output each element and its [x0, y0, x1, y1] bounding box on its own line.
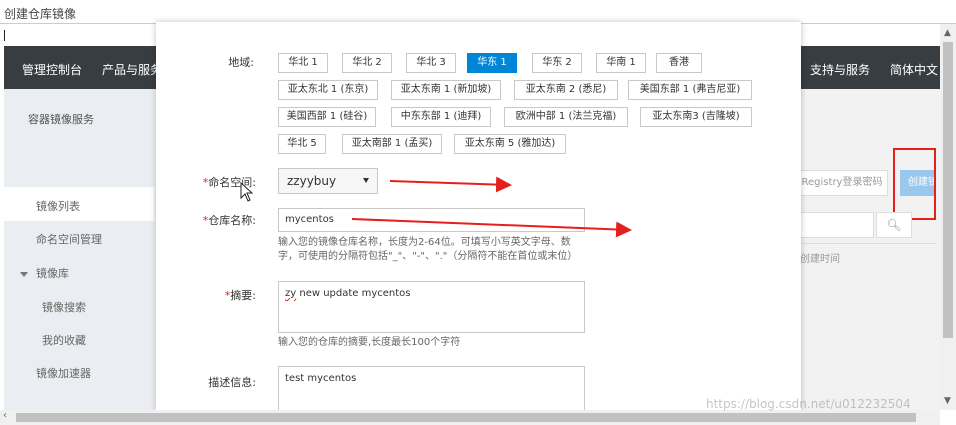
sidebar-item-image-list[interactable]: 镜像列表	[36, 198, 80, 214]
sidebar-group-repo[interactable]: 镜像库	[20, 265, 69, 281]
horizontal-scroll-thumb[interactable]	[16, 413, 916, 422]
registry-password-button[interactable]: Registry登录密码	[796, 170, 888, 196]
annotation-highlight-box	[893, 148, 936, 220]
region-option[interactable]: 中东东部 1 (迪拜)	[391, 107, 491, 127]
sidebar-group-label: 镜像库	[36, 267, 69, 280]
nav-language[interactable]: 简体中文	[890, 61, 938, 78]
namespace-value: zzyybuy	[287, 174, 337, 188]
summary-label: *摘要:	[224, 289, 256, 302]
repo-name-label: *仓库名称:	[202, 214, 256, 227]
summary-text: new update mycentos	[296, 288, 411, 299]
create-repo-dialog: 地域: 华北 1 华北 2 华北 3 华东 1 华东 2 华南 1 香港 亚太东…	[156, 22, 801, 412]
search-input[interactable]	[796, 212, 874, 238]
region-option[interactable]: 美国西部 1 (硅谷)	[278, 107, 376, 127]
namespace-label: *命名空间:	[202, 176, 256, 189]
screenshot: 创建仓库镜像 管理控制台 产品与服务 支持与服务 简体中文 容器镜像服务 镜像列…	[0, 0, 956, 425]
region-option[interactable]: 华北 1	[278, 53, 328, 73]
region-option[interactable]: 亚太南部 1 (孟买)	[342, 134, 442, 154]
summary-textarea[interactable]: zy new update mycentos	[278, 281, 585, 333]
description-textarea[interactable]: test mycentos	[278, 366, 585, 412]
search-icon[interactable]: 🔍︎	[876, 212, 912, 238]
region-option-selected[interactable]: 华东 1	[467, 53, 517, 73]
region-option[interactable]: 美国东部 1 (弗吉尼亚)	[628, 80, 752, 100]
sidebar-item-search[interactable]: 镜像搜索	[42, 299, 86, 315]
vertical-scroll-thumb[interactable]	[943, 42, 953, 338]
sidebar-item-accelerator[interactable]: 镜像加速器	[36, 365, 91, 381]
sidebar: 容器镜像服务 镜像列表 命名空间管理 镜像库 镜像搜索 我的收藏 镜像加速器	[4, 89, 154, 410]
region-option[interactable]: 亚太东南3 (吉隆坡)	[640, 107, 752, 127]
summary-hint: 输入您的仓库的摘要,长度最长100个字符	[278, 337, 461, 348]
text-cursor	[4, 30, 5, 41]
sidebar-title: 容器镜像服务	[28, 113, 94, 126]
scroll-down-icon[interactable]: ▼	[944, 396, 951, 406]
window-title: 创建仓库镜像	[0, 0, 956, 24]
spellcheck-word: zy	[285, 288, 297, 299]
region-option[interactable]: 亚太东南 1 (新加坡)	[391, 80, 501, 100]
description-label: 描述信息:	[208, 376, 256, 389]
horizontal-scrollbar[interactable]: ‹	[0, 410, 940, 425]
region-option[interactable]: 华北 2	[342, 53, 392, 73]
region-option[interactable]: 华北 5	[278, 134, 326, 154]
region-label: 地域:	[228, 56, 254, 69]
dropdown-arrow-icon	[363, 178, 369, 183]
sidebar-item-favorites[interactable]: 我的收藏	[42, 332, 86, 348]
region-option[interactable]: 华南 1	[596, 53, 646, 73]
region-option[interactable]: 华东 2	[532, 53, 582, 73]
sidebar-item-namespace[interactable]: 命名空间管理	[36, 231, 102, 247]
scroll-up-icon[interactable]: ▲	[944, 28, 951, 38]
vertical-scrollbar[interactable]: ▲ ▼	[940, 24, 956, 410]
column-header-created: 创建时间	[800, 254, 840, 265]
repo-name-hint: 输入您的镜像仓库名称，长度为2-64位。可填写小写英文字母、数 字，可使用的分隔…	[278, 236, 588, 264]
region-option[interactable]: 亚太东南 5 (雅加达)	[454, 134, 566, 154]
chevron-down-icon	[20, 271, 28, 277]
namespace-select[interactable]: zzyybuy	[278, 168, 378, 194]
nav-support[interactable]: 支持与服务	[810, 61, 870, 78]
nav-console[interactable]: 管理控制台	[22, 61, 82, 78]
region-option[interactable]: 亚太东南 2 (悉尼)	[514, 80, 618, 100]
watermark: https://blog.csdn.net/u012232504	[706, 397, 911, 411]
repo-name-hint-line2: 字，可使用的分隔符包括"_"、"-"、"."（分隔符不能在首位或末位）	[278, 251, 578, 262]
repo-name-input[interactable]: mycentos	[278, 208, 585, 232]
divider	[796, 243, 936, 244]
nav-products[interactable]: 产品与服务	[102, 61, 162, 78]
repo-name-hint-line1: 输入您的镜像仓库名称，长度为2-64位。可填写小写英文字母、数	[278, 237, 571, 248]
region-option[interactable]: 香港	[656, 53, 702, 73]
region-option[interactable]: 华北 3	[406, 53, 456, 73]
region-option[interactable]: 欧洲中部 1 (法兰克福)	[504, 107, 628, 127]
scroll-left-icon[interactable]: ‹	[3, 410, 7, 421]
region-option[interactable]: 亚太东北 1 (东京)	[278, 80, 378, 100]
